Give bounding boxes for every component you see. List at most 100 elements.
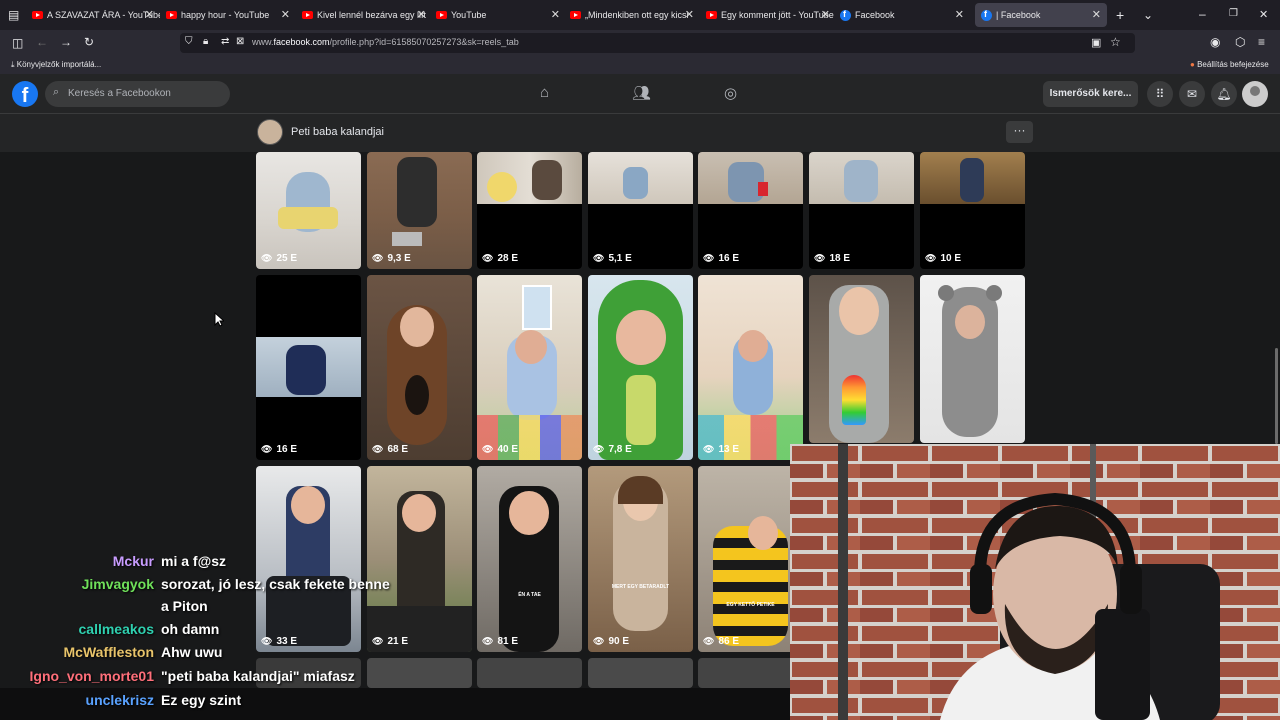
view-count: 👁︎ 40 E (482, 444, 518, 455)
eye-icon: 👁︎ (372, 636, 384, 646)
messenger-icon[interactable]: ✉ (1179, 81, 1205, 107)
view-count: 👁︎ 33 E (261, 636, 297, 647)
reel-thumbnail[interactable]: EGY KETTŐ PETIKE 👁︎ 86 E (698, 466, 803, 652)
lock-icon[interactable]: 🔒︎ (203, 36, 208, 47)
reel-thumbnail[interactable]: 👁︎ 10 E (920, 152, 1025, 269)
close-icon[interactable]: ✕ (1092, 8, 1101, 21)
reel-thumbnail[interactable]: 👁︎ 7,8 E (588, 275, 693, 460)
window-close-icon[interactable]: ✕ (1259, 8, 1268, 21)
tab-2[interactable]: happy hour - YouTube ✕ (166, 3, 296, 27)
reel-thumbnail[interactable]: 👁︎ 18 E (809, 152, 914, 269)
chat-username: Mckur (113, 553, 154, 569)
reel-thumbnail[interactable]: 👁︎ 16 E (698, 152, 803, 269)
url-path: /profile.php?id=61585070257273&sk=reels_… (329, 37, 519, 47)
close-icon[interactable]: ✕ (417, 8, 426, 21)
tab-1[interactable]: A SZAVAZAT ÁRA - YouTube ✕ (32, 3, 160, 27)
reel-thumbnail[interactable] (477, 658, 582, 688)
minimize-icon[interactable]: – (1199, 7, 1206, 21)
view-count-label: 7,8 E (608, 444, 632, 455)
find-friends-button[interactable]: Ismerősök kere... (1043, 81, 1138, 107)
close-icon[interactable]: ✕ (145, 8, 154, 21)
profile-name[interactable]: Peti baba kalandjai (291, 126, 384, 138)
menu-grid-icon[interactable]: ⠿ (1147, 81, 1173, 107)
more-options-button[interactable]: ··· (1006, 121, 1033, 143)
view-count-label: 86 E (718, 636, 740, 647)
eye-icon: 👁︎ (703, 636, 715, 646)
youtube-icon (166, 11, 177, 19)
facebook-logo-icon[interactable]: f (12, 81, 38, 107)
reel-caption: ÉN A TAE (518, 592, 541, 598)
chat-message: mi a f@sz (161, 553, 227, 569)
menu-icon[interactable]: ≡ (1258, 35, 1265, 49)
chevron-down-icon[interactable]: ⌄ (1143, 8, 1153, 22)
eye-icon: 👁︎ (593, 253, 605, 263)
camera-off-icon[interactable]: ⊠ (236, 36, 244, 47)
notifications-bell-icon[interactable]: 🔔︎ (1211, 81, 1237, 107)
tab-8[interactable]: | Facebook ✕ (975, 3, 1107, 27)
reel-thumbnail[interactable]: 👁︎ 9,3 E (367, 152, 472, 269)
tab-6[interactable]: Egy komment jött - YouTube ✕ (706, 3, 836, 27)
url-text[interactable]: www.facebook.com/profile.php?id=61585070… (252, 37, 519, 47)
extensions-icon[interactable]: ⬡ (1235, 35, 1245, 49)
close-icon[interactable]: ✕ (955, 8, 964, 21)
reel-thumbnail[interactable]: 👁︎ 25 E (256, 152, 361, 269)
tab-list-icon[interactable]: ▤ (8, 8, 19, 22)
eye-icon: 👁︎ (593, 636, 605, 646)
reel-thumbnail[interactable]: ÉN A TAE 👁︎ 81 E (477, 466, 582, 652)
view-count-label: 13 E (718, 444, 740, 455)
close-icon[interactable]: ✕ (281, 8, 290, 21)
import-bookmarks-link[interactable]: ⤓ Könyvjelzők importálá... (11, 60, 101, 70)
reel-thumbnail[interactable]: 👁︎ 28 E (477, 152, 582, 269)
shield-icon[interactable]: ⛉ (185, 36, 193, 47)
reel-thumbnail[interactable]: 👁︎ 13 E (698, 275, 803, 460)
tab-5[interactable]: „Mindenkiben ott egy kicsi ✕ (570, 3, 700, 27)
tab-4-title: YouTube (451, 10, 487, 20)
chat-message: Ez egy szint (161, 692, 242, 708)
view-count: 👁︎ 13 E (703, 444, 739, 455)
friends-icon[interactable]: 👥︎ (632, 84, 651, 102)
reel-thumbnail[interactable]: 👁︎ 33 E (256, 466, 361, 652)
eye-icon: 👁︎ (372, 253, 384, 263)
tab-4[interactable]: YouTube ✕ (436, 3, 566, 27)
permissions-icon[interactable]: ⇄ (221, 36, 229, 47)
groups-icon[interactable]: ◎ (724, 84, 737, 102)
tab-3[interactable]: Kivel lennél bezárva egy lift ✕ (302, 3, 432, 27)
close-icon[interactable]: ✕ (821, 8, 830, 21)
reel-thumbnail[interactable]: MERT EGY BETARADLT 👁︎ 90 E (588, 466, 693, 652)
reload-icon[interactable]: ↻ (84, 35, 94, 49)
scrollbar-thumb[interactable] (1275, 348, 1278, 444)
close-icon[interactable]: ✕ (685, 8, 694, 21)
reel-thumbnail[interactable]: 👁︎ 5,1 E (588, 152, 693, 269)
new-tab-icon[interactable]: + (1116, 7, 1124, 23)
avatar[interactable] (1242, 81, 1268, 107)
close-icon[interactable]: ✕ (551, 8, 560, 21)
eye-icon: 👁︎ (703, 253, 715, 263)
reel-thumbnail[interactable] (920, 275, 1025, 443)
back-icon[interactable]: ← (36, 35, 48, 49)
view-count: 👁︎ 18 E (814, 253, 850, 264)
tab-7[interactable]: Facebook ✕ (840, 3, 970, 27)
sidebar-icon[interactable]: ◫ (12, 36, 23, 50)
reel-thumbnail[interactable]: 👁︎ 40 E (477, 275, 582, 460)
reel-thumbnail[interactable]: 👁︎ 68 E (367, 275, 472, 460)
reel-caption: MERT EGY BETARADLT (611, 584, 670, 590)
home-icon[interactable]: ⌂ (540, 84, 549, 101)
eye-icon: 👁︎ (482, 253, 494, 263)
finish-setup-label: Beállítás befejezése (1197, 60, 1269, 69)
profile-avatar[interactable] (257, 119, 283, 145)
reel-thumbnail[interactable] (809, 275, 914, 443)
maximize-icon[interactable]: ❐ (1229, 8, 1238, 19)
bookmark-star-icon[interactable]: ☆ (1110, 35, 1121, 49)
reel-thumbnail[interactable]: 👁︎ 21 E (367, 466, 472, 652)
reel-thumbnail[interactable] (367, 658, 472, 688)
eye-icon: 👁︎ (261, 253, 273, 263)
reader-view-icon[interactable]: ▣ (1091, 36, 1101, 49)
account-icon[interactable]: ◉ (1210, 35, 1220, 49)
reel-thumbnail[interactable] (588, 658, 693, 688)
eye-icon: 👁︎ (814, 253, 826, 263)
forward-icon[interactable]: → (60, 35, 72, 49)
finish-setup-link[interactable]: ● Beállítás befejezése (1190, 60, 1269, 69)
view-count: 👁︎ 21 E (372, 636, 408, 647)
reel-thumbnail[interactable]: 👁︎ 16 E (256, 275, 361, 460)
reel-thumbnail[interactable] (698, 658, 803, 688)
